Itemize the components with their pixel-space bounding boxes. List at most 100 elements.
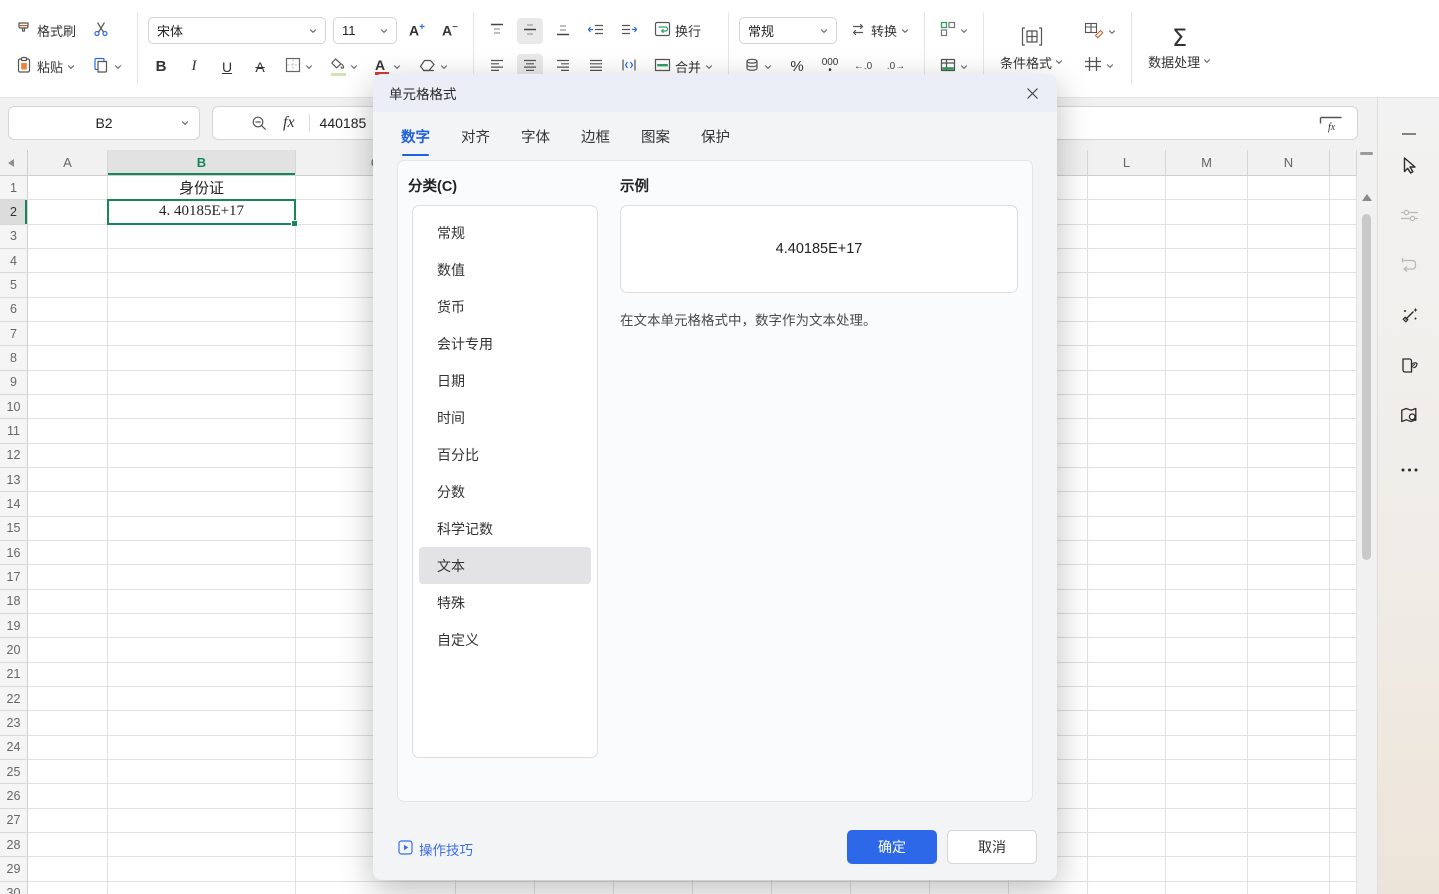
cell-N12[interactable] bbox=[1248, 444, 1330, 468]
cell-M23[interactable] bbox=[1166, 711, 1248, 735]
cell-L25[interactable] bbox=[1088, 760, 1166, 784]
row-header-13[interactable]: 13 bbox=[0, 468, 28, 492]
category-item-常规[interactable]: 常规 bbox=[419, 214, 591, 251]
cell-M24[interactable] bbox=[1166, 736, 1248, 760]
cell-L8[interactable] bbox=[1088, 346, 1166, 370]
cell-A12[interactable] bbox=[28, 444, 108, 468]
cell-M10[interactable] bbox=[1166, 395, 1248, 419]
cell-L28[interactable] bbox=[1088, 833, 1166, 857]
row-header-10[interactable]: 10 bbox=[0, 395, 28, 419]
cell-N17[interactable] bbox=[1248, 565, 1330, 589]
wrap-text-button[interactable]: 换行 bbox=[649, 18, 706, 43]
cell-A1[interactable] bbox=[28, 176, 108, 200]
cell-N11[interactable] bbox=[1248, 419, 1330, 443]
cell-B21[interactable] bbox=[108, 663, 296, 687]
cell-N28[interactable] bbox=[1248, 833, 1330, 857]
cell-M3[interactable] bbox=[1166, 225, 1248, 249]
vertical-scrollbar[interactable] bbox=[1357, 150, 1377, 894]
row-header-4[interactable]: 4 bbox=[0, 249, 28, 273]
increase-indent-button[interactable] bbox=[616, 18, 642, 44]
row-header-20[interactable]: 20 bbox=[0, 638, 28, 662]
cell-A5[interactable] bbox=[28, 273, 108, 297]
row-header-22[interactable]: 22 bbox=[0, 687, 28, 711]
cell-L18[interactable] bbox=[1088, 590, 1166, 614]
cell-L9[interactable] bbox=[1088, 371, 1166, 395]
category-item-文本[interactable]: 文本 bbox=[419, 547, 591, 584]
cell-E30[interactable] bbox=[535, 882, 614, 894]
cell-B30[interactable] bbox=[108, 882, 296, 894]
cell-A11[interactable] bbox=[28, 419, 108, 443]
cell-M7[interactable] bbox=[1166, 322, 1248, 346]
cell-M4[interactable] bbox=[1166, 249, 1248, 273]
cell-M20[interactable] bbox=[1166, 638, 1248, 662]
row-header-8[interactable]: 8 bbox=[0, 346, 28, 370]
row-header-26[interactable]: 26 bbox=[0, 784, 28, 808]
cell-D30[interactable] bbox=[456, 882, 535, 894]
cell-M21[interactable] bbox=[1166, 663, 1248, 687]
cell-K30[interactable] bbox=[1009, 882, 1088, 894]
cell-B9[interactable] bbox=[108, 371, 296, 395]
cell-L14[interactable] bbox=[1088, 492, 1166, 516]
cell-N19[interactable] bbox=[1248, 614, 1330, 638]
cell-A3[interactable] bbox=[28, 225, 108, 249]
cell-H30[interactable] bbox=[772, 882, 851, 894]
cell-L3[interactable] bbox=[1088, 225, 1166, 249]
format-painter-button[interactable]: 格式刷 bbox=[10, 17, 81, 44]
ok-button[interactable]: 确定 bbox=[847, 830, 937, 864]
row-header-27[interactable]: 27 bbox=[0, 809, 28, 833]
italic-button[interactable]: I bbox=[181, 54, 207, 80]
cell-A27[interactable] bbox=[28, 809, 108, 833]
cut-button[interactable] bbox=[88, 18, 114, 44]
font-size-select[interactable]: 11 bbox=[333, 17, 397, 44]
cell-B3[interactable] bbox=[108, 225, 296, 249]
cancel-button[interactable]: 取消 bbox=[947, 830, 1037, 864]
category-item-百分比[interactable]: 百分比 bbox=[419, 436, 591, 473]
cell-F30[interactable] bbox=[614, 882, 693, 894]
rotate-convert-button[interactable] bbox=[1395, 254, 1423, 282]
cell-N6[interactable] bbox=[1248, 298, 1330, 322]
cell-N4[interactable] bbox=[1248, 249, 1330, 273]
category-item-自定义[interactable]: 自定义 bbox=[419, 621, 591, 658]
row-header-5[interactable]: 5 bbox=[0, 273, 28, 297]
cell-N10[interactable] bbox=[1248, 395, 1330, 419]
cell-N16[interactable] bbox=[1248, 541, 1330, 565]
row-header-23[interactable]: 23 bbox=[0, 711, 28, 735]
category-item-数值[interactable]: 数值 bbox=[419, 251, 591, 288]
cell-M13[interactable] bbox=[1166, 468, 1248, 492]
cell-B2[interactable]: 4. 40185E+17 bbox=[108, 200, 296, 224]
row-header-28[interactable]: 28 bbox=[0, 833, 28, 857]
cell-N1[interactable] bbox=[1248, 176, 1330, 200]
cell-B15[interactable] bbox=[108, 517, 296, 541]
grow-font-button[interactable]: A+ bbox=[404, 18, 430, 44]
cell-N3[interactable] bbox=[1248, 225, 1330, 249]
column-header-N[interactable]: N bbox=[1248, 150, 1330, 176]
select-all-corner[interactable] bbox=[0, 150, 28, 176]
cell-A6[interactable] bbox=[28, 298, 108, 322]
cell-A4[interactable] bbox=[28, 249, 108, 273]
row-header-16[interactable]: 16 bbox=[0, 541, 28, 565]
cell-M15[interactable] bbox=[1166, 517, 1248, 541]
cell-A21[interactable] bbox=[28, 663, 108, 687]
cell-A22[interactable] bbox=[28, 687, 108, 711]
cell-B13[interactable] bbox=[108, 468, 296, 492]
cell-N29[interactable] bbox=[1248, 857, 1330, 881]
scroll-up-arrow[interactable] bbox=[1362, 194, 1372, 201]
cell-B6[interactable] bbox=[108, 298, 296, 322]
category-item-日期[interactable]: 日期 bbox=[419, 362, 591, 399]
category-item-特殊[interactable]: 特殊 bbox=[419, 584, 591, 621]
cell-B8[interactable] bbox=[108, 346, 296, 370]
category-item-科学记数[interactable]: 科学记数 bbox=[419, 510, 591, 547]
cell-N5[interactable] bbox=[1248, 273, 1330, 297]
cell-N30[interactable] bbox=[1248, 882, 1330, 894]
strikethrough-button[interactable]: A bbox=[247, 54, 273, 80]
cell-B28[interactable] bbox=[108, 833, 296, 857]
cell-A10[interactable] bbox=[28, 395, 108, 419]
category-item-货币[interactable]: 货币 bbox=[419, 288, 591, 325]
cell-A16[interactable] bbox=[28, 541, 108, 565]
cell-A17[interactable] bbox=[28, 565, 108, 589]
cell-N15[interactable] bbox=[1248, 517, 1330, 541]
cell-N26[interactable] bbox=[1248, 784, 1330, 808]
cell-A8[interactable] bbox=[28, 346, 108, 370]
cell-L4[interactable] bbox=[1088, 249, 1166, 273]
underline-button[interactable]: U bbox=[214, 54, 240, 80]
